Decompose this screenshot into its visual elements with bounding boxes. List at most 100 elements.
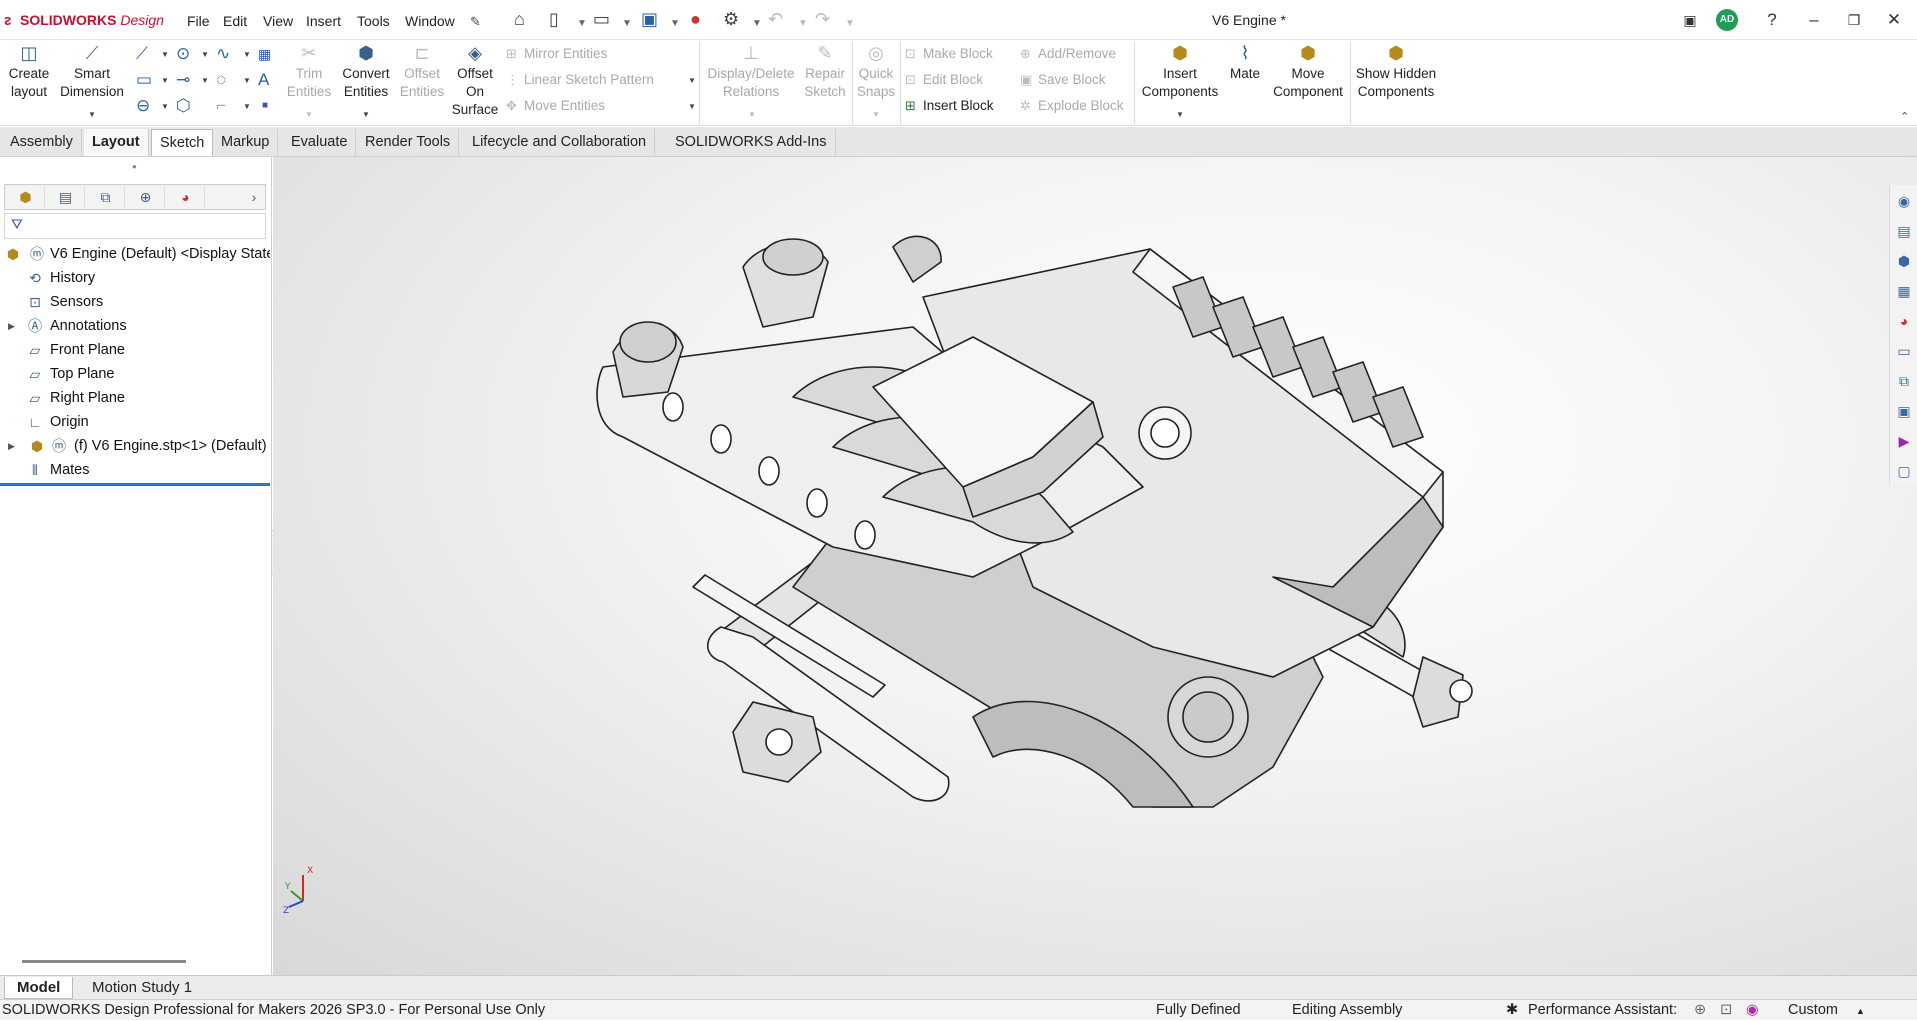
configuration-manager-tab-icon[interactable]: ⧉ bbox=[87, 187, 125, 207]
collapse-ribbon-icon[interactable]: ⌃ bbox=[1900, 110, 1909, 123]
plugin-icon[interactable]: ▶ bbox=[1894, 431, 1914, 451]
pin-icon[interactable]: ✎ bbox=[470, 12, 481, 32]
menu-window[interactable]: Window bbox=[405, 13, 455, 29]
slot-icon[interactable]: ⊸ bbox=[176, 70, 190, 90]
tab-render-tools[interactable]: Render Tools bbox=[357, 129, 460, 156]
edit-block-button[interactable]: ⊡ Edit Block bbox=[905, 71, 983, 89]
circle-icon[interactable]: ⊙ bbox=[176, 44, 190, 64]
tab-layout[interactable]: Layout bbox=[84, 129, 149, 156]
new-dropdown-icon[interactable]: ▼ bbox=[577, 14, 587, 34]
insert-components-dropdown-icon[interactable]: ▼ bbox=[1176, 110, 1184, 119]
text-icon[interactable]: A bbox=[258, 70, 269, 90]
undo-icon[interactable]: ↶ bbox=[768, 9, 783, 29]
convert-entities-button[interactable]: ⬢ Convert Entities bbox=[338, 44, 394, 101]
tree-item-top-plane[interactable]: ▱ Top Plane bbox=[0, 363, 270, 385]
appearances-icon[interactable]: ◕ bbox=[1894, 311, 1914, 331]
point-icon[interactable]: ■ bbox=[262, 96, 268, 116]
show-hidden-components-button[interactable]: ⬢ Show Hidden Components bbox=[1354, 44, 1438, 101]
move-dropdown-icon[interactable]: ▼ bbox=[688, 102, 696, 111]
point-grid-icon[interactable]: ▦ bbox=[258, 44, 271, 64]
explode-block-button[interactable]: ✲ Explode Block bbox=[1020, 97, 1124, 115]
tab-assembly[interactable]: Assembly bbox=[2, 129, 82, 156]
user-avatar[interactable]: AD bbox=[1716, 9, 1738, 31]
add-remove-button[interactable]: ⊕ Add/Remove bbox=[1020, 45, 1116, 63]
folder-icon[interactable]: ▭ bbox=[1894, 341, 1914, 361]
make-block-button[interactable]: ⊡ Make Block bbox=[905, 45, 993, 63]
rollback-bar[interactable] bbox=[0, 483, 270, 486]
move-component-button[interactable]: ⬢ Move Component bbox=[1268, 44, 1348, 101]
file-explorer-icon[interactable]: ⬢ bbox=[1894, 251, 1914, 271]
slot-rect-dropdown-icon[interactable]: ▼ bbox=[161, 102, 169, 111]
performance-icon[interactable]: ✱ bbox=[1506, 1000, 1518, 1020]
line-icon[interactable]: ⟋ bbox=[136, 44, 148, 64]
tree-item-origin[interactable]: ∟ Origin bbox=[0, 411, 270, 433]
tree-item-right-plane[interactable]: ▱ Right Plane bbox=[0, 387, 270, 409]
tree-item-annotations[interactable]: ▶ Ⓐ Annotations bbox=[0, 315, 270, 337]
polygon-icon[interactable]: ⬡ bbox=[176, 96, 191, 116]
create-layout-button[interactable]: ◫ Create layout bbox=[4, 44, 54, 101]
trim-dropdown-icon[interactable]: ▼ bbox=[305, 110, 313, 119]
view-palette-icon[interactable]: ▦ bbox=[1894, 281, 1914, 301]
app-logo[interactable]: ᴤ SOLIDWORKS Design bbox=[4, 12, 164, 29]
insert-components-button[interactable]: ⬢ Insert Components bbox=[1138, 44, 1222, 101]
tree-item-front-plane[interactable]: ▱ Front Plane bbox=[0, 339, 270, 361]
smart-dimension-button[interactable]: ⟋ Smart Dimension bbox=[58, 44, 126, 101]
tree-item-sensors[interactable]: ⊡ Sensors bbox=[0, 291, 270, 313]
redo-icon[interactable]: ↷ bbox=[815, 9, 830, 29]
arc-dropdown-icon[interactable]: ▼ bbox=[243, 76, 251, 85]
home-icon[interactable]: ⌂ bbox=[514, 9, 525, 29]
trim-entities-button[interactable]: ✂ Trim Entities bbox=[284, 44, 334, 101]
snaps-dropdown-icon[interactable]: ▼ bbox=[872, 110, 880, 119]
tree-item-root[interactable]: ⬢ ⓜ V6 Engine (Default) <Display State-1> bbox=[0, 243, 270, 265]
property-manager-tab-icon[interactable]: ▤ bbox=[47, 187, 85, 207]
forum-icon[interactable]: ▢ bbox=[1894, 461, 1914, 481]
expand-arrow-icon[interactable]: ▶ bbox=[8, 315, 15, 337]
menu-tools[interactable]: Tools bbox=[357, 13, 390, 29]
pattern-dropdown-icon[interactable]: ▼ bbox=[688, 76, 696, 85]
feature-filter[interactable]: ⛛ bbox=[4, 213, 266, 239]
expand-panel-icon[interactable]: › bbox=[245, 187, 263, 207]
command-prompt-icon[interactable]: ▣ bbox=[1676, 8, 1704, 32]
offset-on-surface-button[interactable]: ◈ Offset On Surface bbox=[450, 44, 500, 119]
tab-solidworks-addins[interactable]: SOLIDWORKS Add-Ins bbox=[667, 129, 836, 156]
spline-icon[interactable]: ∿ bbox=[216, 44, 230, 64]
rebuild-status-icon[interactable]: ⊕ bbox=[1694, 1000, 1706, 1020]
smart-dimension-dropdown-icon[interactable]: ▼ bbox=[88, 110, 96, 119]
options-gear-icon[interactable]: ⚙ bbox=[723, 9, 739, 29]
tree-item-mates[interactable]: ⫴ Mates bbox=[0, 459, 270, 481]
tree-item-history[interactable]: ⟲ History bbox=[0, 267, 270, 289]
linear-sketch-pattern-button[interactable]: ⋮ Linear Sketch Pattern bbox=[506, 71, 654, 89]
tab-motion-study[interactable]: Motion Study 1 bbox=[80, 977, 204, 999]
spline-dropdown-icon[interactable]: ▼ bbox=[243, 50, 251, 59]
tab-evaluate[interactable]: Evaluate bbox=[283, 129, 357, 156]
slot-dropdown-icon[interactable]: ▼ bbox=[201, 76, 209, 85]
solidworks-resources-icon[interactable]: ◉ bbox=[1894, 191, 1914, 211]
display-delete-relations-button[interactable]: ⊥ Display/Delete Relations bbox=[704, 44, 798, 101]
units-dropdown-icon[interactable]: ▲ bbox=[1856, 1001, 1865, 1021]
save-block-button[interactable]: ▣ Save Block bbox=[1020, 71, 1106, 89]
tab-sketch[interactable]: Sketch bbox=[151, 129, 214, 156]
new-document-icon[interactable]: ▯ bbox=[549, 9, 559, 29]
fillet-icon[interactable]: ⌐ bbox=[216, 96, 226, 116]
tab-model[interactable]: Model bbox=[4, 977, 74, 999]
redo-dropdown-icon[interactable]: ▼ bbox=[845, 14, 855, 34]
menu-view[interactable]: View bbox=[263, 13, 293, 29]
design-library-icon[interactable]: ▤ bbox=[1894, 221, 1914, 241]
quick-snaps-button[interactable]: ◎ Quick Snaps bbox=[856, 44, 896, 101]
rebuild-icon[interactable]: ● bbox=[690, 9, 701, 29]
rectangle-icon[interactable]: ▭ bbox=[136, 70, 152, 90]
tab-lifecycle[interactable]: Lifecycle and Collaboration bbox=[464, 129, 656, 156]
graphics-area[interactable]: X Y Z bbox=[273, 157, 1917, 975]
feature-manager-tab-icon[interactable]: ⬢ bbox=[7, 187, 45, 207]
display-manager-tab-icon[interactable]: ◕ bbox=[167, 187, 205, 207]
unit-system[interactable]: Custom bbox=[1788, 1000, 1838, 1020]
circle-dropdown-icon[interactable]: ▼ bbox=[201, 50, 209, 59]
move-entities-button[interactable]: ✥ Move Entities bbox=[506, 97, 605, 115]
graphics-status-icon[interactable]: ⊡ bbox=[1720, 1000, 1732, 1020]
mate-button[interactable]: ⌇ Mate bbox=[1224, 44, 1266, 83]
open-dropdown-icon[interactable]: ▼ bbox=[622, 14, 632, 34]
toolbox-icon[interactable]: ▣ bbox=[1894, 401, 1914, 421]
tab-markup[interactable]: Markup bbox=[213, 129, 279, 156]
rectangle-dropdown-icon[interactable]: ▼ bbox=[161, 76, 169, 85]
menu-file[interactable]: File bbox=[187, 13, 210, 29]
